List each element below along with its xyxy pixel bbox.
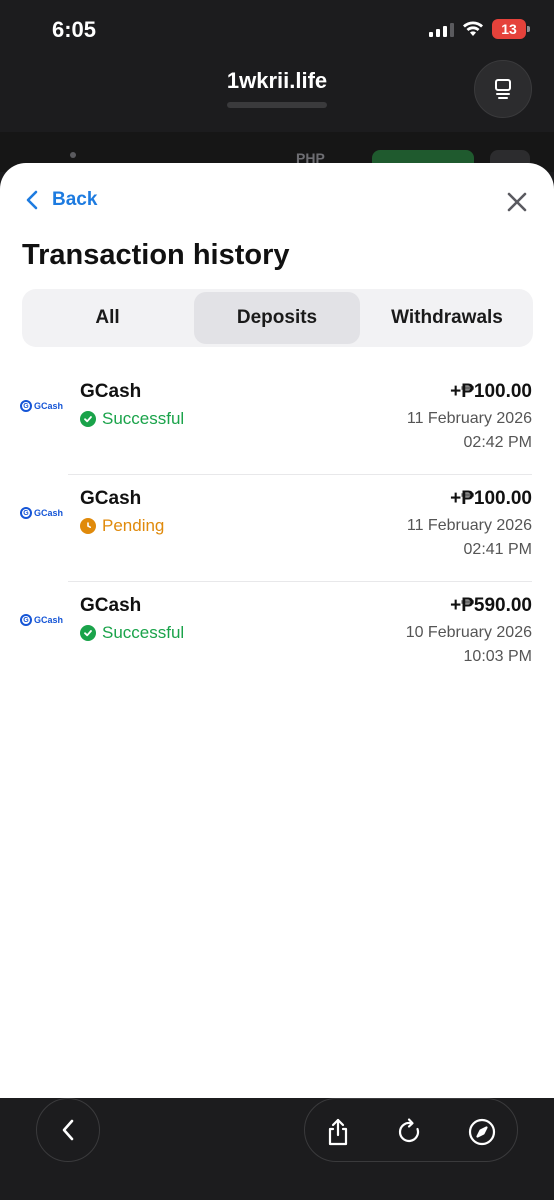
gcash-logo-mark: G	[20, 400, 32, 412]
tab-deposits[interactable]: Deposits	[194, 292, 360, 344]
transaction-time: 02:41 PM	[463, 541, 532, 558]
compass-icon[interactable]	[467, 1117, 497, 1147]
browser-actions	[304, 1098, 518, 1162]
url-underline	[227, 102, 327, 108]
cellular-signal-icon	[429, 21, 454, 37]
transaction-status: Pending	[80, 516, 164, 536]
transaction-date: 10 February 2026	[405, 624, 532, 641]
status-label: Successful	[102, 623, 185, 642]
transaction-row[interactable]: G GCash GCash Successful +₱100.00 11 Feb…	[0, 368, 554, 475]
gcash-logo-mark: G	[20, 507, 32, 519]
status-bar: 6:05 13	[0, 0, 554, 60]
tab-withdrawals[interactable]: Withdrawals	[364, 292, 530, 344]
payment-method: GCash	[80, 488, 142, 509]
tabs-button[interactable]	[474, 60, 532, 118]
browser-url-bar: 1wkrii.life	[0, 60, 554, 132]
tab-all[interactable]: All	[25, 292, 190, 344]
chevron-left-icon	[26, 190, 38, 210]
transaction-amount: +₱100.00	[450, 488, 532, 509]
gcash-logo-text: GCash	[34, 615, 64, 625]
gcash-logo-text: GCash	[34, 508, 64, 518]
check-circle-icon	[80, 411, 96, 427]
browser-toolbar	[0, 1098, 554, 1200]
transaction-filter-tabs: All Deposits Withdrawals	[22, 289, 533, 347]
chevron-left-icon	[62, 1119, 74, 1141]
back-label: Back	[52, 189, 98, 210]
wifi-icon	[463, 21, 483, 36]
status-label: Pending	[102, 516, 165, 535]
transaction-date: 11 February 2026	[406, 517, 532, 534]
gcash-logo: G GCash	[20, 614, 63, 626]
transaction-time: 10:03 PM	[463, 648, 532, 665]
reload-icon[interactable]	[395, 1117, 425, 1147]
transaction-row[interactable]: G GCash GCash Pending +₱100.00 11 Februa…	[0, 475, 554, 582]
close-icon[interactable]	[504, 189, 530, 215]
transaction-status: Successful	[80, 623, 184, 643]
underlying-dot	[70, 152, 76, 158]
page-title: Transaction history	[22, 239, 290, 271]
status-label: Successful	[102, 409, 185, 428]
transaction-row[interactable]: G GCash GCash Successful +₱590.00 10 Feb…	[0, 582, 554, 689]
gcash-logo: G GCash	[20, 507, 63, 519]
browser-back-button[interactable]	[36, 1098, 100, 1162]
gcash-logo-text: GCash	[34, 401, 64, 411]
gcash-logo: G GCash	[20, 400, 63, 412]
gcash-logo-mark: G	[20, 614, 32, 626]
transaction-status: Successful	[80, 409, 184, 429]
tabs-icon	[495, 79, 511, 99]
transaction-date: 11 February 2026	[406, 410, 532, 427]
status-time: 6:05	[52, 17, 97, 42]
check-circle-icon	[80, 625, 96, 641]
clock-icon	[80, 518, 96, 534]
payment-method: GCash	[80, 595, 142, 616]
payment-method: GCash	[80, 381, 142, 402]
url-text[interactable]: 1wkrii.life	[0, 68, 554, 94]
battery-indicator: 13	[492, 19, 530, 39]
transaction-amount: +₱590.00	[450, 595, 532, 616]
status-icons: 13	[429, 19, 530, 39]
transaction-amount: +₱100.00	[450, 381, 532, 402]
transaction-time: 02:42 PM	[463, 434, 532, 451]
share-icon[interactable]	[323, 1117, 353, 1147]
back-button[interactable]: Back	[26, 189, 97, 211]
transaction-history-sheet: Back Transaction history All Deposits Wi…	[0, 163, 554, 1098]
